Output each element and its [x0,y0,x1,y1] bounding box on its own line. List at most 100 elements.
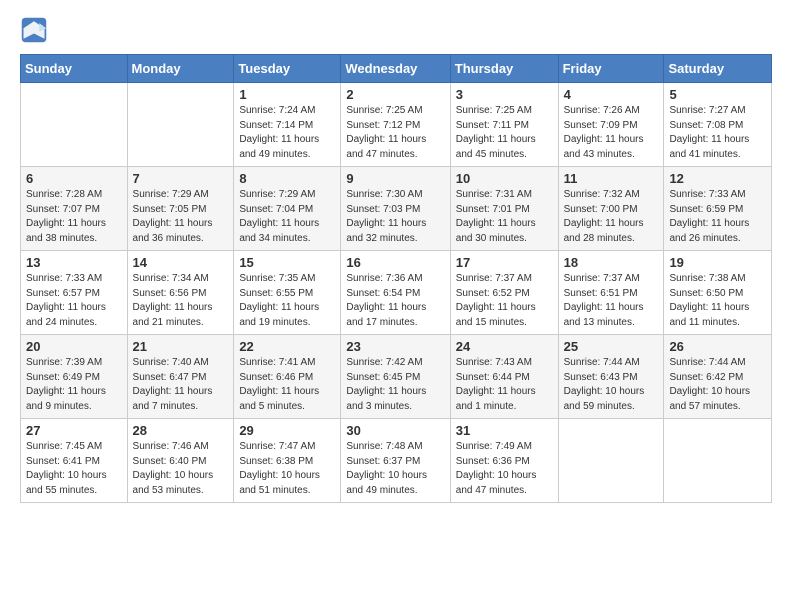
calendar-day-cell: 12Sunrise: 7:33 AMSunset: 6:59 PMDayligh… [664,167,772,251]
day-detail: Sunrise: 7:31 AMSunset: 7:01 PMDaylight:… [456,188,553,246]
day-number: 18 [564,255,659,270]
calendar-day-cell: 30 Sunrise: 7:48 AMSunset: 6:37 PMDayligh… [341,419,450,503]
calendar-week-row: 27 Sunrise: 7:45 AMSunset: 6:41 PMDayligh… [21,419,772,503]
calendar-day-cell: 4 Sunrise: 7:26 AMSunset: 7:09 PMDaylight… [558,83,664,167]
calendar-day-cell: 11Sunrise: 7:32 AMSunset: 7:00 PMDayligh… [558,167,664,251]
day-detail: Sunrise: 7:45 AMSunset: 6:41 PMDaylight:… [26,440,122,498]
day-number: 14 [133,255,229,270]
day-detail: Sunrise: 7:25 AMSunset: 7:11 PMDaylight:… [456,104,553,162]
day-detail: Sunrise: 7:33 AMSunset: 6:57 PMDaylight:… [26,272,122,330]
day-number: 26 [669,339,766,354]
calendar-table: SundayMondayTuesdayWednesdayThursdayFrid… [20,54,772,503]
day-number: 22 [239,339,335,354]
calendar-day-cell: 2Sunrise: 7:25 AMSunset: 7:12 PMDaylight… [341,83,450,167]
calendar-week-row: 13 Sunrise: 7:33 AMSunset: 6:57 PMDayligh… [21,251,772,335]
calendar-day-cell: 20Sunrise: 7:39 AMSunset: 6:49 PMDayligh… [21,335,128,419]
calendar-day-cell: 15Sunrise: 7:35 AMSunset: 6:55 PMDayligh… [234,251,341,335]
day-number: 12 [669,171,766,186]
day-detail: Sunrise: 7:24 AMSunset: 7:14 PMDaylight:… [239,104,335,162]
calendar-day-cell: 5 Sunrise: 7:27 AMSunset: 7:08 PMDaylight… [664,83,772,167]
day-number: 7 [133,171,229,186]
day-number: 24 [456,339,553,354]
day-number: 10 [456,171,553,186]
day-number: 28 [133,423,229,438]
day-of-week-header: Wednesday [341,55,450,83]
day-number: 5 [669,87,766,102]
day-detail: Sunrise: 7:36 AMSunset: 6:54 PMDaylight:… [346,272,444,330]
day-detail: Sunrise: 7:47 AMSunset: 6:38 PMDaylight:… [239,440,335,498]
calendar-day-cell: 29 Sunrise: 7:47 AMSunset: 6:38 PMDayligh… [234,419,341,503]
day-detail: Sunrise: 7:42 AMSunset: 6:45 PMDaylight:… [346,356,444,414]
day-number: 31 [456,423,553,438]
day-number: 3 [456,87,553,102]
calendar-day-cell: 6 Sunrise: 7:28 AMSunset: 7:07 PMDaylight… [21,167,128,251]
calendar-day-cell: 21Sunrise: 7:40 AMSunset: 6:47 PMDayligh… [127,335,234,419]
day-detail: Sunrise: 7:29 AMSunset: 7:05 PMDaylight:… [133,188,229,246]
day-of-week-header: Monday [127,55,234,83]
calendar-week-row: 6 Sunrise: 7:28 AMSunset: 7:07 PMDaylight… [21,167,772,251]
day-of-week-header: Friday [558,55,664,83]
day-detail: Sunrise: 7:48 AMSunset: 6:37 PMDaylight:… [346,440,444,498]
day-detail: Sunrise: 7:44 AMSunset: 6:42 PMDaylight:… [669,356,766,414]
calendar-day-cell: 9Sunrise: 7:30 AMSunset: 7:03 PMDaylight… [341,167,450,251]
calendar-week-row: 20Sunrise: 7:39 AMSunset: 6:49 PMDayligh… [21,335,772,419]
day-detail: Sunrise: 7:37 AMSunset: 6:51 PMDaylight:… [564,272,659,330]
day-number: 6 [26,171,122,186]
calendar-day-cell [558,419,664,503]
day-number: 25 [564,339,659,354]
day-of-week-header: Thursday [450,55,558,83]
calendar-day-cell: 31 Sunrise: 7:49 AMSunset: 6:36 PMDayligh… [450,419,558,503]
day-detail: Sunrise: 7:29 AMSunset: 7:04 PMDaylight:… [239,188,335,246]
day-detail: Sunrise: 7:38 AMSunset: 6:50 PMDaylight:… [669,272,766,330]
day-number: 4 [564,87,659,102]
calendar-day-cell: 18 Sunrise: 7:37 AMSunset: 6:51 PMDayligh… [558,251,664,335]
calendar-day-cell: 14 Sunrise: 7:34 AMSunset: 6:56 PMDayligh… [127,251,234,335]
day-detail: Sunrise: 7:32 AMSunset: 7:00 PMDaylight:… [564,188,659,246]
day-number: 17 [456,255,553,270]
day-detail: Sunrise: 7:49 AMSunset: 6:36 PMDaylight:… [456,440,553,498]
calendar-day-cell [127,83,234,167]
day-detail: Sunrise: 7:28 AMSunset: 7:07 PMDaylight:… [26,188,122,246]
calendar-day-cell: 3 Sunrise: 7:25 AMSunset: 7:11 PMDaylight… [450,83,558,167]
calendar-day-cell: 13 Sunrise: 7:33 AMSunset: 6:57 PMDayligh… [21,251,128,335]
day-number: 29 [239,423,335,438]
day-number: 27 [26,423,122,438]
day-number: 2 [346,87,444,102]
day-number: 13 [26,255,122,270]
day-detail: Sunrise: 7:43 AMSunset: 6:44 PMDaylight:… [456,356,553,414]
day-number: 30 [346,423,444,438]
calendar-day-cell: 24 Sunrise: 7:43 AMSunset: 6:44 PMDayligh… [450,335,558,419]
calendar-day-cell: 23 Sunrise: 7:42 AMSunset: 6:45 PMDayligh… [341,335,450,419]
day-number: 16 [346,255,444,270]
day-detail: Sunrise: 7:44 AMSunset: 6:43 PMDaylight:… [564,356,659,414]
day-number: 23 [346,339,444,354]
calendar-day-cell: 1 Sunrise: 7:24 AMSunset: 7:14 PMDaylight… [234,83,341,167]
calendar-day-cell: 10 Sunrise: 7:31 AMSunset: 7:01 PMDayligh… [450,167,558,251]
day-detail: Sunrise: 7:35 AMSunset: 6:55 PMDaylight:… [239,272,335,330]
page: SundayMondayTuesdayWednesdayThursdayFrid… [0,0,792,523]
calendar-day-cell: 22Sunrise: 7:41 AMSunset: 6:46 PMDayligh… [234,335,341,419]
calendar-day-cell: 28 Sunrise: 7:46 AMSunset: 6:40 PMDayligh… [127,419,234,503]
day-detail: Sunrise: 7:30 AMSunset: 7:03 PMDaylight:… [346,188,444,246]
calendar-day-cell: 27 Sunrise: 7:45 AMSunset: 6:41 PMDayligh… [21,419,128,503]
day-of-week-header: Saturday [664,55,772,83]
day-number: 1 [239,87,335,102]
calendar-day-cell: 7 Sunrise: 7:29 AMSunset: 7:05 PMDaylight… [127,167,234,251]
day-number: 8 [239,171,335,186]
calendar-day-cell: 25 Sunrise: 7:44 AMSunset: 6:43 PMDayligh… [558,335,664,419]
calendar-day-cell: 8 Sunrise: 7:29 AMSunset: 7:04 PMDaylight… [234,167,341,251]
day-number: 20 [26,339,122,354]
day-of-week-header: Sunday [21,55,128,83]
logo-icon [20,16,48,44]
day-of-week-header: Tuesday [234,55,341,83]
day-detail: Sunrise: 7:27 AMSunset: 7:08 PMDaylight:… [669,104,766,162]
day-detail: Sunrise: 7:26 AMSunset: 7:09 PMDaylight:… [564,104,659,162]
calendar-day-cell: 19Sunrise: 7:38 AMSunset: 6:50 PMDayligh… [664,251,772,335]
calendar-day-cell [664,419,772,503]
day-detail: Sunrise: 7:37 AMSunset: 6:52 PMDaylight:… [456,272,553,330]
logo [20,16,52,44]
day-detail: Sunrise: 7:40 AMSunset: 6:47 PMDaylight:… [133,356,229,414]
day-detail: Sunrise: 7:34 AMSunset: 6:56 PMDaylight:… [133,272,229,330]
calendar-day-cell [21,83,128,167]
day-detail: Sunrise: 7:46 AMSunset: 6:40 PMDaylight:… [133,440,229,498]
